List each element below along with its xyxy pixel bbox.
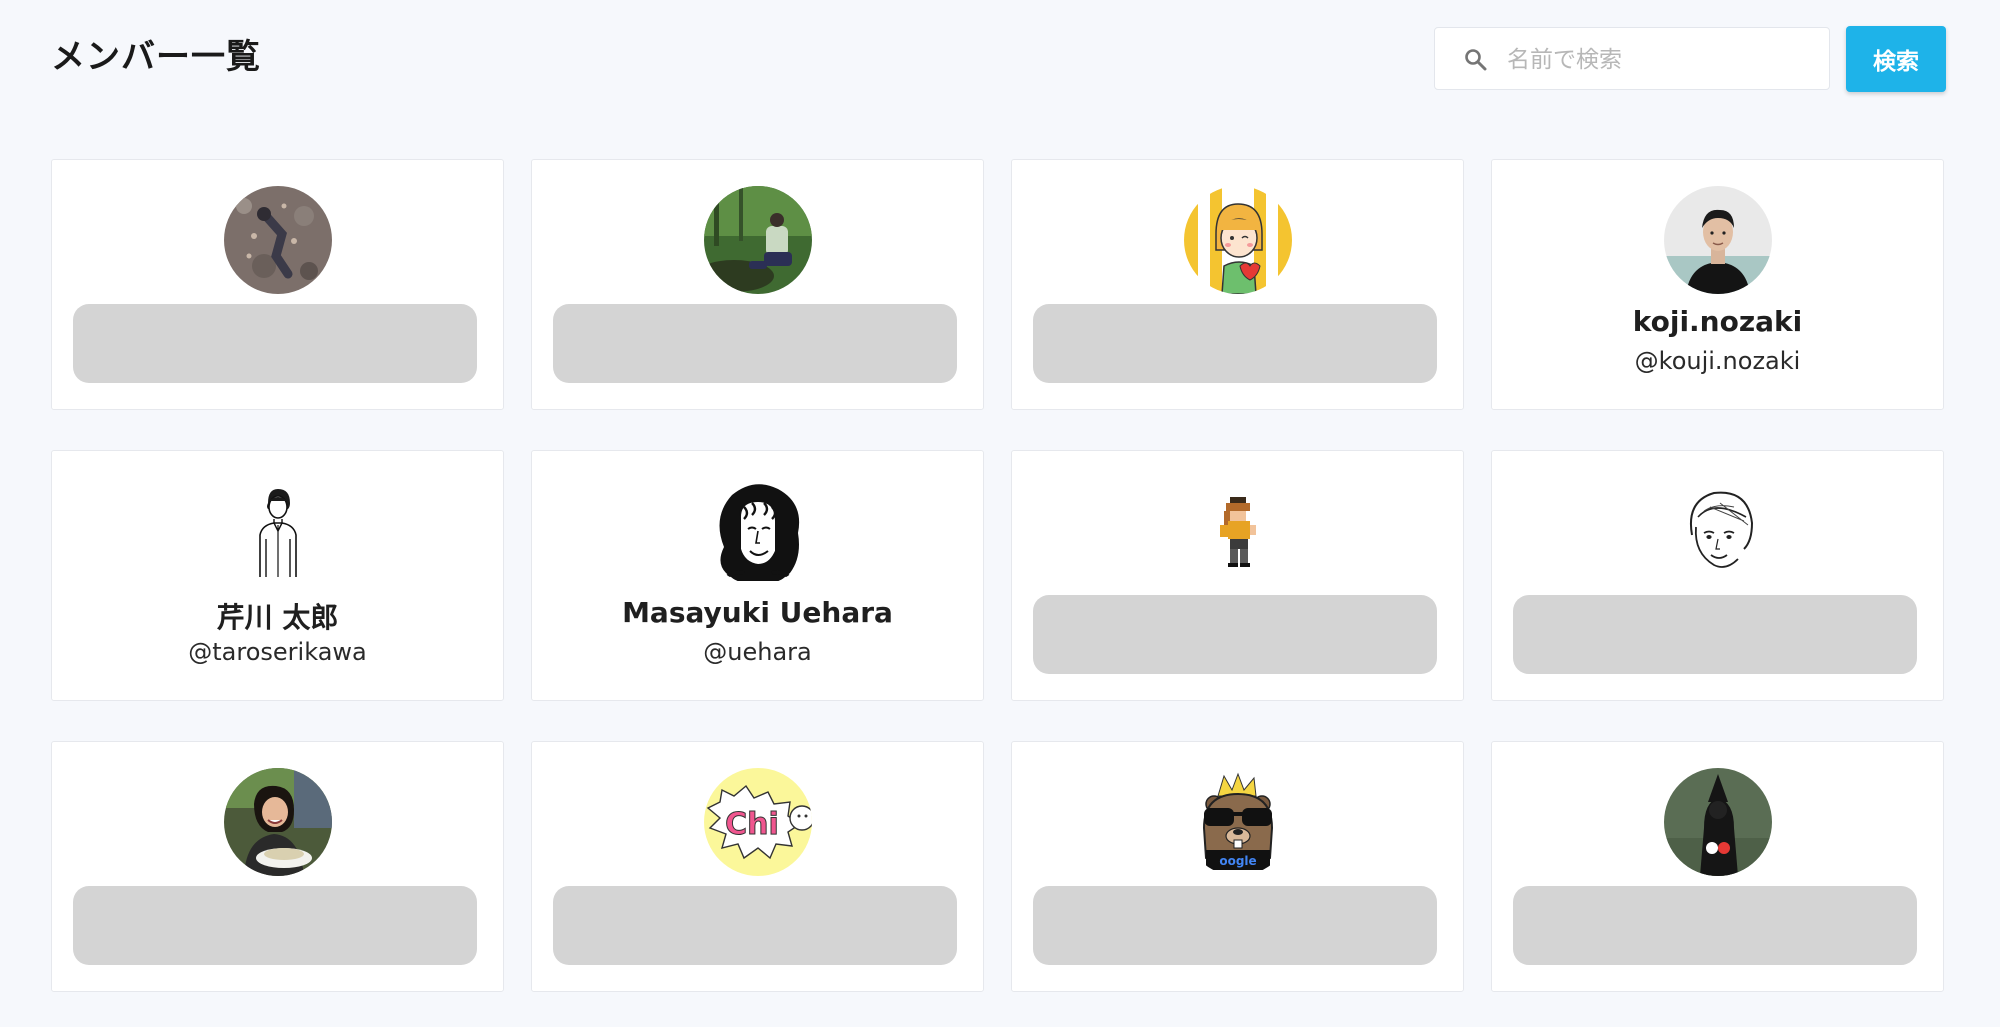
member-grid: koji.nozaki @kouji.nozaki 芹川 太郎 @taroser… [51, 159, 1944, 992]
member-card[interactable]: Chi [531, 741, 984, 992]
member-handle: @kouji.nozaki [1634, 347, 1801, 375]
member-handle: @taroserikawa [188, 638, 367, 666]
avatar [1184, 186, 1292, 294]
search-button[interactable]: 検索 [1846, 26, 1946, 92]
loading-placeholder [1033, 595, 1437, 674]
member-card[interactable]: 芹川 太郎 @taroserikawa [51, 450, 504, 701]
avatar: Chi [704, 768, 812, 876]
search-icon [1465, 49, 1487, 71]
search-input[interactable] [1505, 28, 1819, 91]
dark-figure-photo-icon [1664, 768, 1772, 876]
loading-placeholder [1513, 595, 1917, 674]
avatar [224, 186, 332, 294]
member-card[interactable] [1491, 741, 1944, 992]
loading-placeholder [1513, 886, 1917, 965]
loading-placeholder [73, 886, 477, 965]
avatar: oogle [1184, 768, 1292, 876]
member-card[interactable] [1011, 159, 1464, 410]
gopher-shirt-text: oogle [1219, 854, 1256, 868]
loading-placeholder [553, 886, 957, 965]
page-title: メンバー一覧 [51, 37, 261, 77]
forest-photo-icon [704, 186, 812, 294]
avatar [704, 186, 812, 294]
portrait-photo-icon [1664, 186, 1772, 294]
pixel-character-icon [1184, 477, 1292, 585]
member-card[interactable]: oogle [1011, 741, 1464, 992]
avatar [1184, 477, 1292, 585]
line-drawing-person-icon [224, 477, 332, 585]
member-name: Masayuki Uehara [622, 596, 893, 629]
member-list-page: メンバー一覧 検索 [0, 0, 2000, 1027]
gopher-sunglasses-icon: oogle [1184, 768, 1292, 876]
avatar [224, 477, 332, 585]
loading-placeholder [1033, 304, 1437, 383]
search-box[interactable] [1434, 27, 1830, 91]
climbing-photo-icon [224, 186, 332, 294]
member-card[interactable] [51, 159, 504, 410]
avatar [224, 768, 332, 876]
header: メンバー一覧 検索 [51, 25, 2000, 95]
member-card[interactable] [1491, 450, 1944, 701]
avatar [704, 477, 812, 585]
member-name: 芹川 太郎 [216, 601, 339, 634]
loading-placeholder [1033, 886, 1437, 965]
member-card[interactable]: koji.nozaki @kouji.nozaki [1491, 159, 1944, 410]
loading-placeholder [553, 304, 957, 383]
member-card[interactable]: Masayuki Uehara @uehara [531, 450, 984, 701]
member-card[interactable] [531, 159, 984, 410]
chi-logo-text: Chi [725, 807, 779, 842]
avatar [1664, 477, 1772, 585]
girl-illustration-icon [1184, 186, 1292, 294]
avatar [1664, 186, 1772, 294]
avatar [1664, 768, 1772, 876]
member-card[interactable] [51, 741, 504, 992]
loading-placeholder [73, 304, 477, 383]
member-name: koji.nozaki [1632, 305, 1803, 338]
sketch-face-icon [1664, 477, 1772, 585]
person-eating-photo-icon [224, 768, 332, 876]
chi-logo-icon: Chi [704, 768, 812, 876]
member-handle: @uehara [703, 638, 812, 666]
curly-hair-drawing-icon [704, 477, 812, 585]
member-card[interactable] [1011, 450, 1464, 701]
